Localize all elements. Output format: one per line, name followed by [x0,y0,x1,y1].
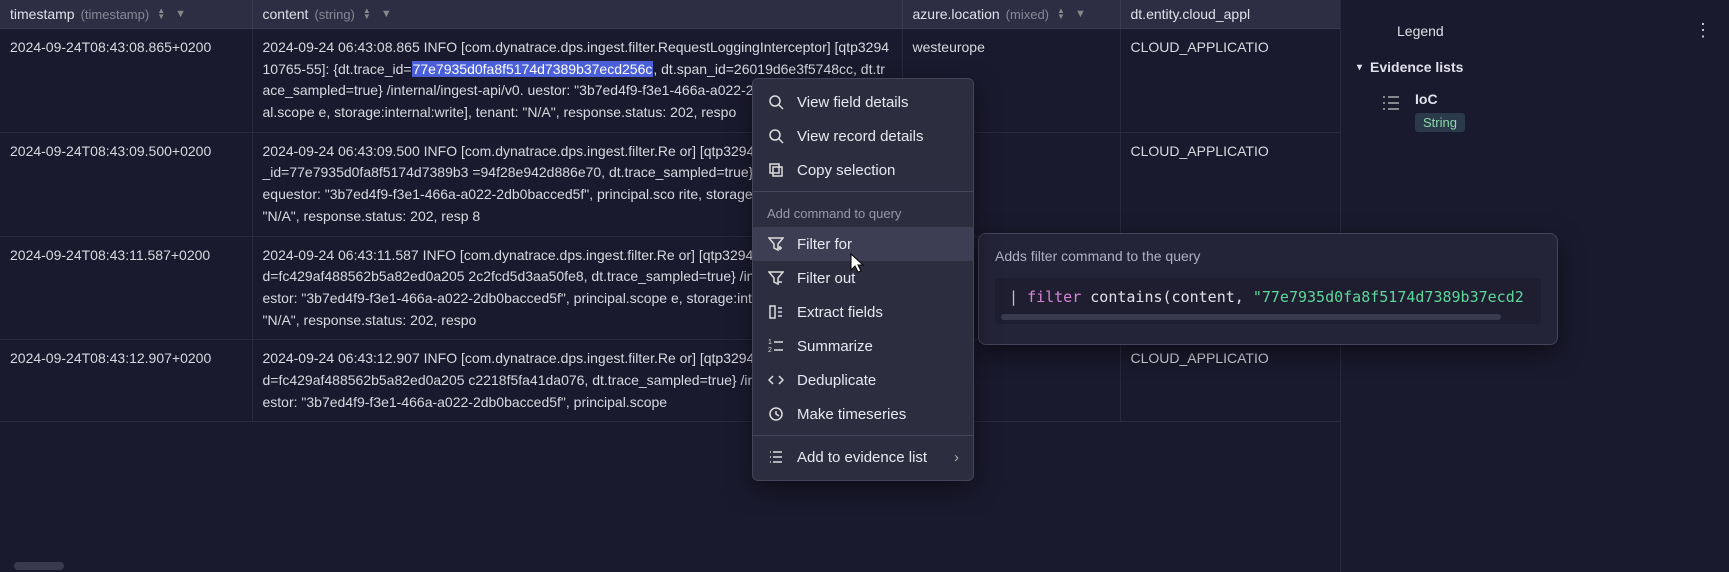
menu-divider [753,191,973,192]
col-name: dt.entity.cloud_appl [1131,6,1251,22]
entity-cell[interactable]: CLOUD_APPLICATIO [1120,29,1340,133]
menu-view-field-details[interactable]: View field details [753,85,973,119]
evidence-title: IoC [1415,91,1465,107]
column-header-location[interactable]: azure.location (mixed) ▲▼ ▼ [902,0,1120,29]
code-string: "77e7935d0fa8f5174d7389b37ecd2 [1253,288,1524,306]
menu-copy-selection[interactable]: Copy selection [753,153,973,187]
copy-icon [767,161,785,179]
chevron-down-icon: ▾ [1357,62,1362,73]
column-header-content[interactable]: content (string) ▲▼ ▼ [252,0,902,29]
column-header-entity[interactable]: dt.entity.cloud_appl [1120,0,1340,29]
search-icon [767,93,785,111]
list-icon [1381,93,1401,113]
filter-minus-icon [767,269,785,287]
search-icon [767,127,785,145]
svg-text:1: 1 [768,339,772,346]
col-name: content [263,6,309,22]
entity-cell[interactable]: CLOUD_APPLICATIO [1120,132,1340,236]
col-name: timestamp [10,6,75,22]
col-type: (mixed) [1006,7,1049,22]
col-type: (string) [314,7,354,22]
evidence-lists-section[interactable]: ▾ Evidence lists [1357,59,1713,75]
extract-icon [767,303,785,321]
code-keyword: filter [1027,288,1081,306]
menu-deduplicate[interactable]: Deduplicate [753,363,973,397]
menu-label: Deduplicate [797,372,876,389]
menu-make-timeseries[interactable]: Make timeseries [753,397,973,431]
filter-plus-icon [767,235,785,253]
sort-icon[interactable]: ▲▼ [1057,8,1065,20]
horizontal-scrollbar[interactable] [14,562,64,570]
chevron-down-icon[interactable]: ▼ [1075,8,1086,20]
timestamp-cell[interactable]: 2024-09-24T08:43:09.500+0200 [0,132,252,236]
chevron-down-icon[interactable]: ▼ [381,8,392,20]
context-menu: View field details View record details C… [752,78,974,481]
menu-filter-out[interactable]: Filter out [753,261,973,295]
menu-view-record-details[interactable]: View record details [753,119,973,153]
sort-icon[interactable]: ▲▼ [157,8,165,20]
menu-label: Summarize [797,338,873,355]
selected-text[interactable]: 77e7935d0fa8f5174d7389b37ecd256c [412,61,654,77]
menu-label: Make timeseries [797,406,906,423]
legend-label: Legend [1397,23,1444,39]
column-header-timestamp[interactable]: timestamp (timestamp) ▲▼ ▼ [0,0,252,29]
timestamp-cell[interactable]: 2024-09-24T08:43:11.587+0200 [0,236,252,340]
clock-icon [767,405,785,423]
table-row[interactable]: 2024-09-24T08:43:12.907+02002024-09-24 0… [0,340,1340,422]
sort-icon[interactable]: ▲▼ [363,8,371,20]
menu-summarize[interactable]: 12 Summarize [753,329,973,363]
menu-add-to-evidence[interactable]: Add to evidence list › [753,440,973,474]
code-func: contains(content, [1090,288,1244,306]
menu-label: View field details [797,94,908,111]
section-title: Evidence lists [1370,59,1463,75]
evidence-item-ioc[interactable]: IoC String [1357,83,1713,140]
table-row[interactable]: 2024-09-24T08:43:09.500+02002024-09-24 0… [0,132,1340,236]
summarize-icon: 12 [767,337,785,355]
code-preview: | filter contains(content, "77e7935d0fa8… [995,278,1541,324]
timestamp-cell[interactable]: 2024-09-24T08:43:12.907+0200 [0,340,252,422]
code-icon [767,371,785,389]
entity-cell[interactable]: CLOUD_APPLICATIO [1120,340,1340,422]
filter-command-tooltip: Adds filter command to the query | filte… [978,233,1558,345]
col-type: (timestamp) [81,7,150,22]
chevron-right-icon: › [954,449,959,466]
menu-divider [753,435,973,436]
menu-label: Filter out [797,270,855,287]
code-pipe: | [1009,288,1018,306]
col-name: azure.location [913,6,1000,22]
code-scrollbar[interactable] [1001,314,1501,320]
chevron-down-icon[interactable]: ▼ [175,8,186,20]
menu-extract-fields[interactable]: Extract fields [753,295,973,329]
list-icon [767,448,785,466]
menu-label: View record details [797,128,923,145]
tag-string: String [1415,113,1465,132]
table-row[interactable]: 2024-09-24T08:43:08.865+02002024-09-24 0… [0,29,1340,133]
svg-text:2: 2 [768,347,772,354]
log-table: timestamp (timestamp) ▲▼ ▼ content (stri… [0,0,1340,422]
menu-filter-for[interactable]: Filter for [753,227,973,261]
menu-label: Copy selection [797,162,895,179]
timestamp-cell[interactable]: 2024-09-24T08:43:08.865+0200 [0,29,252,133]
tooltip-title: Adds filter command to the query [995,248,1541,264]
menu-section-label: Add command to query [753,196,973,227]
menu-label: Add to evidence list [797,449,927,466]
menu-label: Extract fields [797,304,883,321]
menu-label: Filter for [797,236,852,253]
more-icon[interactable]: ⋮ [1694,20,1713,41]
